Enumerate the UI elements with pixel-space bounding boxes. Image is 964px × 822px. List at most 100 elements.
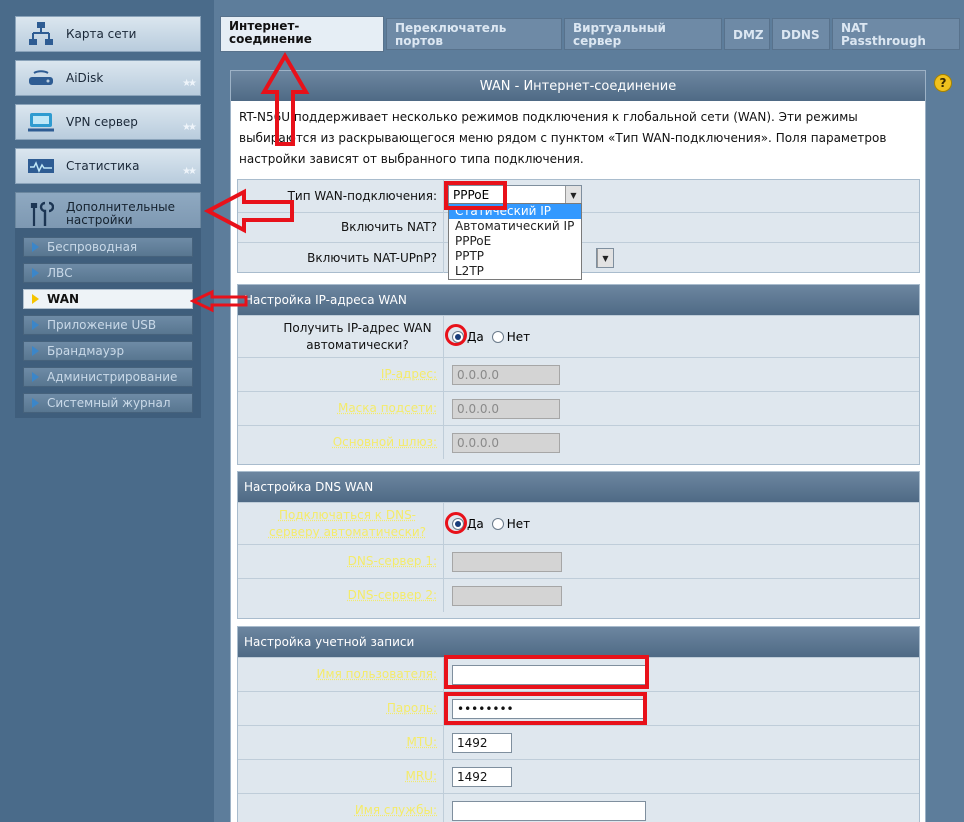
- subnet-mask-input[interactable]: [452, 398, 560, 419]
- account-section: Настройка учетной записи Имя пользовател…: [237, 626, 920, 822]
- tab-ddns[interactable]: DDNS: [772, 18, 830, 50]
- dns-auto-yes-label: Да: [467, 516, 484, 531]
- menu-statistics-stars: ★★: [182, 166, 197, 177]
- ip-address-label[interactable]: IP-адрес:: [238, 358, 444, 391]
- dns-auto-yes-radio[interactable]: [452, 517, 464, 530]
- tab-dmz[interactable]: DMZ: [724, 18, 770, 50]
- tab-port-switch-label: Переключатель портов: [395, 21, 507, 48]
- sidebar: Карта сети AiDisk ★★ VPN сервер ★★ Стати…: [0, 0, 214, 822]
- menu-statistics-label: Статистика: [66, 159, 140, 173]
- dropdown-option-l2tp[interactable]: L2TP: [449, 264, 581, 279]
- dns2-label[interactable]: DNS-сервер 2:: [238, 579, 444, 612]
- menu-network-map-label: Карта сети: [66, 27, 137, 41]
- username-input[interactable]: [452, 664, 646, 685]
- password-input[interactable]: [452, 698, 646, 719]
- row-subnet-mask: Маска подсети:: [238, 391, 919, 425]
- arrow-right-icon: [32, 372, 39, 382]
- ip-auto-no-radio[interactable]: [491, 330, 504, 343]
- ip-section: Настройка IP-адреса WAN Получить IP-адре…: [237, 284, 920, 465]
- chevron-down-icon: ▼: [565, 186, 581, 204]
- tab-internet-connection[interactable]: Интернет-соединение: [220, 16, 384, 52]
- submenu-system-log[interactable]: Системный журнал: [23, 393, 193, 413]
- dropdown-option-pptp[interactable]: PPTP: [449, 249, 581, 264]
- tab-port-switch[interactable]: Переключатель портов: [386, 18, 562, 50]
- menu-aidisk-label: AiDisk: [66, 71, 104, 85]
- submenu-lan[interactable]: ЛВС: [23, 263, 193, 283]
- menu-vpn-label: VPN сервер: [66, 115, 138, 129]
- dns-section: Настройка DNS WAN Подключаться к DNS-сер…: [237, 471, 920, 619]
- dns-auto-no-label: Нет: [506, 516, 531, 531]
- submenu-firewall[interactable]: Брандмауэр: [23, 341, 193, 361]
- ip-section-title: Настройка IP-адреса WAN: [238, 285, 919, 315]
- arrow-right-icon: [32, 320, 39, 330]
- gateway-input[interactable]: [452, 432, 560, 453]
- menu-network-map[interactable]: Карта сети: [15, 16, 201, 52]
- row-ip-address: IP-адрес:: [238, 357, 919, 391]
- tab-nat-passthrough[interactable]: NAT Passthrough: [832, 18, 960, 50]
- dns-section-title: Настройка DNS WAN: [238, 472, 919, 502]
- gateway-label[interactable]: Основной шлюз:: [238, 426, 444, 459]
- row-service-name: Имя службы:: [238, 793, 919, 822]
- tab-dmz-label: DMZ: [733, 28, 764, 42]
- dns-auto-label[interactable]: Подключаться к DNS-серверу автоматически…: [238, 503, 444, 544]
- subnet-mask-label[interactable]: Маска подсети:: [238, 392, 444, 425]
- submenu-system-log-label: Системный журнал: [47, 396, 171, 410]
- ip-auto-no-label: Нет: [506, 329, 531, 344]
- dns-auto-no-radio[interactable]: [491, 517, 504, 530]
- upnp-select[interactable]: ▼: [596, 248, 614, 268]
- password-label[interactable]: Пароль:: [238, 692, 444, 725]
- vpn-icon: [16, 105, 66, 139]
- arrow-right-icon: [32, 346, 39, 356]
- menu-vpn-server[interactable]: VPN сервер ★★: [15, 104, 201, 140]
- submenu-wireless[interactable]: Беспроводная: [23, 237, 193, 257]
- wan-type-select[interactable]: PPPoE ▼: [448, 185, 582, 205]
- menu-aidisk[interactable]: AiDisk ★★: [15, 60, 201, 96]
- dropdown-option-pppoe[interactable]: PPPoE: [449, 234, 581, 249]
- row-dns1: DNS-сервер 1:: [238, 544, 919, 578]
- submenu-wan-label: WAN: [47, 292, 80, 306]
- dns1-label[interactable]: DNS-сервер 1:: [238, 545, 444, 578]
- menu-statistics[interactable]: Статистика ★★: [15, 148, 201, 184]
- tab-virtual-server[interactable]: Виртуальный сервер: [564, 18, 722, 50]
- row-mtu: MTU:: [238, 725, 919, 759]
- dns1-input[interactable]: [452, 551, 562, 572]
- chevron-down-icon: ▼: [597, 249, 613, 267]
- username-label[interactable]: Имя пользователя:: [238, 658, 444, 691]
- row-ip-auto: Получить IP-адрес WAN автоматически? Да …: [238, 315, 919, 357]
- mtu-input[interactable]: [452, 732, 512, 753]
- ip-address-input[interactable]: [452, 364, 560, 385]
- wan-type-dropdown: Статический IP Автоматический IP PPPoE P…: [448, 203, 582, 280]
- mtu-label[interactable]: MTU:: [238, 726, 444, 759]
- panel-title: WAN - Интернет-соединение: [231, 71, 925, 101]
- row-gateway: Основной шлюз:: [238, 425, 919, 459]
- ip-auto-yes-label: Да: [467, 329, 484, 344]
- submenu-usb[interactable]: Приложение USB: [23, 315, 193, 335]
- row-dns2: DNS-сервер 2:: [238, 578, 919, 612]
- menu-aidisk-stars: ★★: [182, 78, 197, 89]
- dns2-input[interactable]: [452, 585, 562, 606]
- dropdown-option-static-ip[interactable]: Статический IP: [449, 204, 581, 219]
- tab-ddns-label: DDNS: [781, 28, 820, 42]
- submenu-wan[interactable]: WAN: [23, 289, 193, 309]
- mru-label[interactable]: MRU:: [238, 760, 444, 793]
- tools-icon: [16, 197, 66, 231]
- row-username: Имя пользователя:: [238, 657, 919, 691]
- annotation-arrow-up: [260, 52, 310, 146]
- tab-virtual-server-label: Виртуальный сервер: [573, 21, 666, 48]
- aidisk-icon: [16, 61, 66, 95]
- annotation-arrow-left-advanced: [204, 188, 294, 234]
- submenu-usb-label: Приложение USB: [47, 318, 157, 332]
- row-password: Пароль:: [238, 691, 919, 725]
- menu-advanced-label: Дополнительные настройки: [66, 200, 176, 227]
- upnp-label: Включить NAT-UPnP?: [238, 243, 444, 273]
- service-name-label[interactable]: Имя службы:: [238, 794, 444, 822]
- dropdown-option-auto-ip[interactable]: Автоматический IP: [449, 219, 581, 234]
- service-name-input[interactable]: [452, 800, 646, 821]
- submenu-administration[interactable]: Администрирование: [23, 367, 193, 387]
- statistics-icon: [16, 149, 66, 183]
- intro-text: RT-N56U поддерживает несколько режимов п…: [239, 110, 887, 166]
- mru-input[interactable]: [452, 766, 512, 787]
- tab-nat-passthrough-label: NAT Passthrough: [841, 21, 926, 48]
- help-icon[interactable]: ?: [934, 74, 952, 92]
- ip-auto-yes-radio[interactable]: [452, 330, 464, 343]
